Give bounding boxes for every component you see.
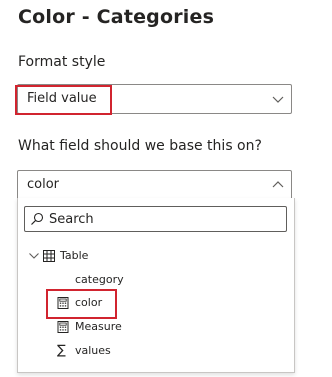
sigma-icon: ∑ xyxy=(57,343,66,358)
calculator-icon xyxy=(57,321,69,333)
format-style-label: Format style xyxy=(18,54,106,70)
chevron-down-icon[interactable] xyxy=(28,250,40,262)
base-field-label: What field should we base this on? xyxy=(18,138,262,154)
calculator-icon xyxy=(57,297,69,309)
chevron-up-icon xyxy=(272,181,284,188)
chevron-down-icon xyxy=(272,96,284,103)
tree-item-label: color xyxy=(75,296,103,309)
format-style-value: Field value xyxy=(27,91,97,106)
tree-item-label: category xyxy=(75,273,124,286)
format-style-dropdown[interactable]: Field value xyxy=(17,84,292,114)
tree-node-table-label: Table xyxy=(60,249,89,262)
table-icon xyxy=(43,250,55,262)
base-field-value: color xyxy=(27,177,60,192)
tree-item-label: Measure xyxy=(75,320,122,333)
search-icon xyxy=(31,212,44,225)
base-field-dropdown[interactable]: color xyxy=(17,170,292,200)
tree-item-label: values xyxy=(75,344,111,357)
page-title: Color - Categories xyxy=(18,6,215,28)
search-input[interactable] xyxy=(49,210,279,228)
search-field[interactable] xyxy=(24,206,287,232)
